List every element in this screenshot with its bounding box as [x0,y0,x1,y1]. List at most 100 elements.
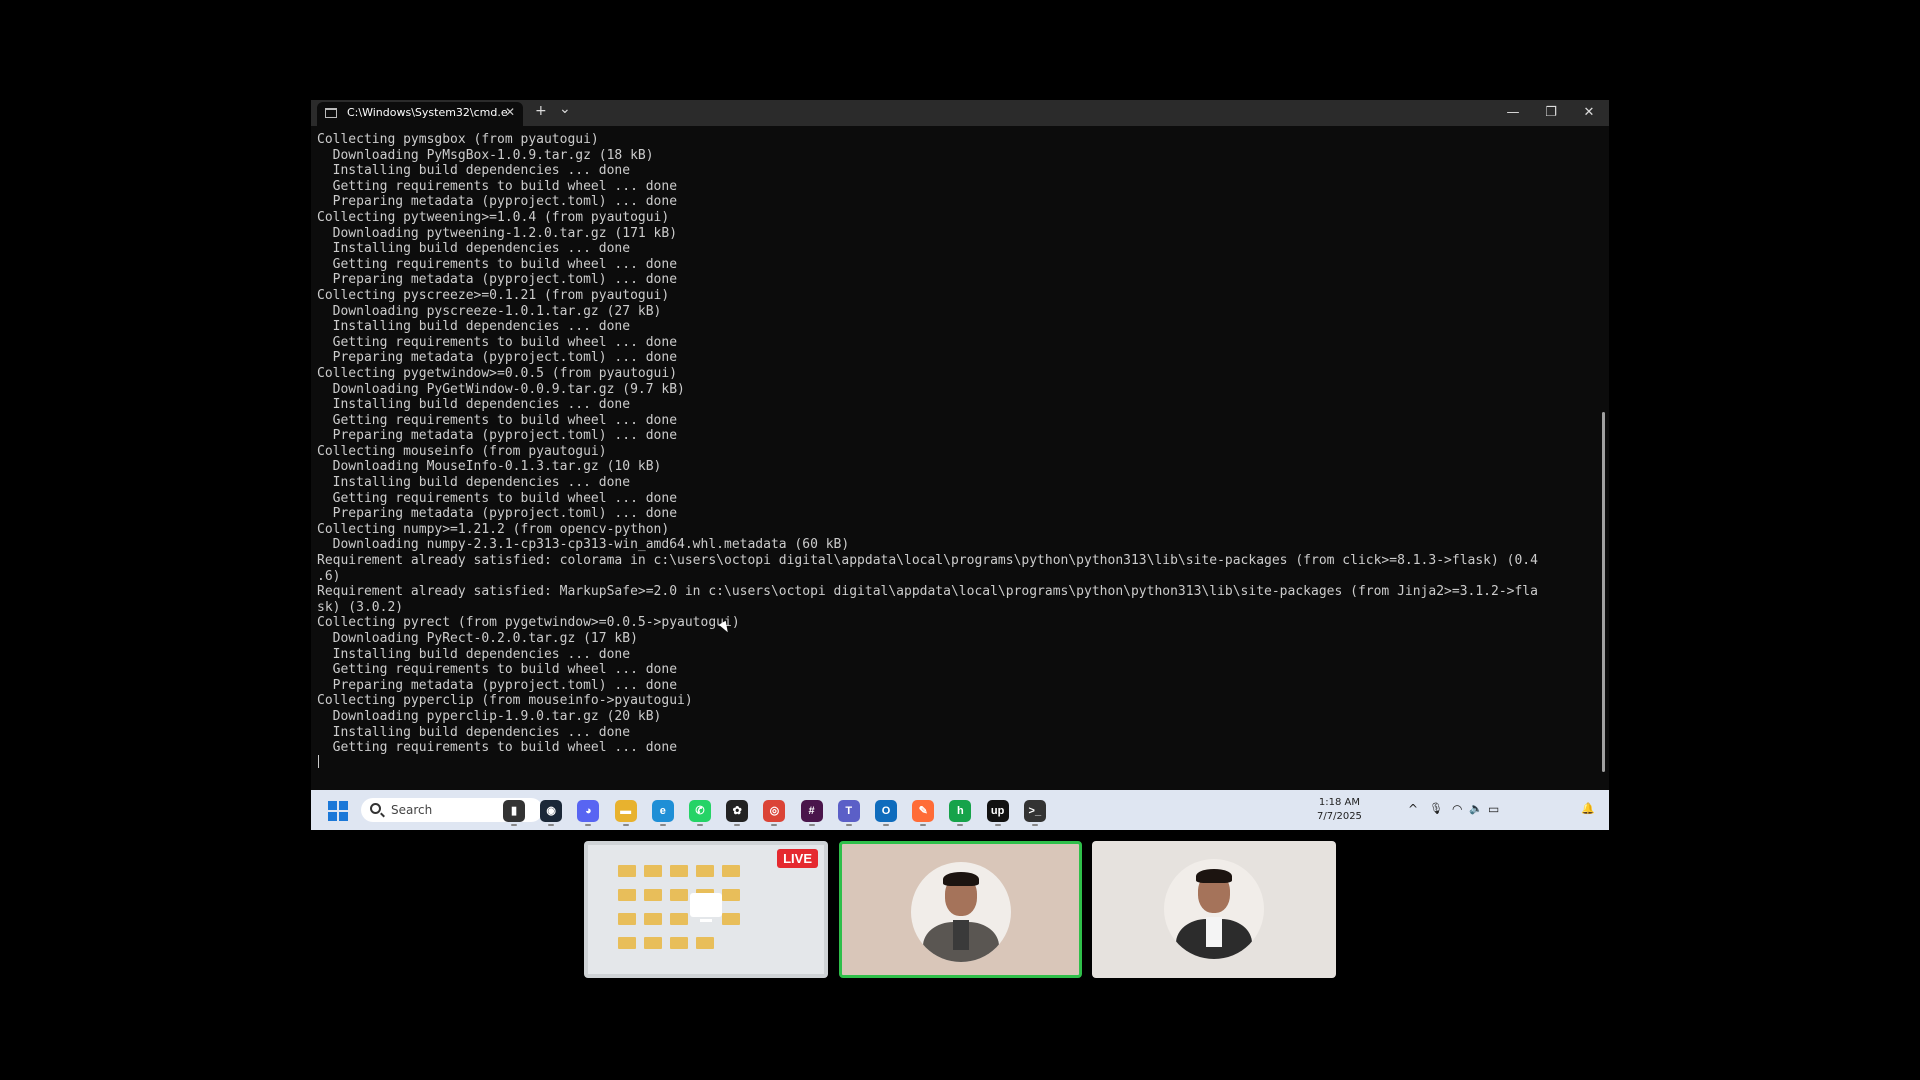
edge-icon[interactable]: e [651,800,674,822]
terminal-line: Getting requirements to build wheel ... … [332,412,678,428]
cmd-icon [325,108,337,118]
task-view-icon[interactable]: ▮ [503,800,525,822]
app-running-indicator [697,824,703,826]
upwork-icon[interactable]: up [986,800,1009,822]
terminal-title-bar: C:\Windows\System32\cmd.e ✕ + ⌄ — ❐ ✕ [311,100,1609,126]
terminal-line: Getting requirements to build wheel ... … [332,256,678,272]
terminal-line: Collecting pyrect (from pygetwindow>=0.0… [317,615,740,631]
terminal-line: Installing build dependencies ... done [332,397,631,413]
taskbar-clock[interactable]: 1:18 AM 7/7/2025 [1317,796,1362,824]
terminal-line: Preparing metadata (pyproject.toml) ... … [332,428,678,444]
app-running-indicator [845,824,852,826]
wifi-icon[interactable]: ◠ [1452,802,1462,816]
notification-bell-icon[interactable]: 🔔 [1581,802,1595,815]
terminal-line: Collecting pyperclip (from mouseinfo->py… [317,693,693,709]
app-running-indicator [920,824,927,826]
terminal-line: Getting requirements to build wheel ... … [332,334,678,350]
app-running-indicator [511,824,517,826]
terminal-line: Preparing metadata (pyproject.toml) ... … [332,506,678,522]
terminal-line: Preparing metadata (pyproject.toml) ... … [332,350,678,366]
shop-icon[interactable]: h [949,800,972,822]
app-running-indicator [659,824,666,826]
app-running-indicator [734,824,741,826]
shared-screen: C:\Windows\System32\cmd.e ✕ + ⌄ — ❐ ✕ Co… [311,100,1609,830]
terminal-line: Collecting mouseinfo (from pyautogui) [317,443,607,459]
new-tab-button[interactable]: + [535,103,547,119]
steam-icon[interactable]: ◉ [540,800,563,822]
restore-button[interactable]: ❐ [1531,102,1571,124]
app-running-indicator [585,824,592,826]
participant-tile-2[interactable] [1092,841,1336,978]
windows-start-button[interactable] [328,801,348,821]
terminal-line: Installing build dependencies ... done [332,241,631,257]
clock-date: 7/7/2025 [1317,811,1362,822]
terminal-line: .6) [317,568,341,584]
tray-chevron-icon[interactable]: ^ [1408,802,1418,816]
tab-title: C:\Windows\System32\cmd.e [347,106,508,119]
terminal-line: Preparing metadata (pyproject.toml) ... … [332,677,678,693]
terminal-line: sk) (3.0.2) [317,599,404,615]
tab-dropdown-icon[interactable]: ⌄ [559,101,571,117]
terminal-line: Downloading pyscreeze-1.0.1.tar.gz (27 k… [332,303,662,319]
terminal-line: Requirement already satisfied: colorama … [317,553,1538,569]
taskbar: Search ▮ ◉ ◕ ▬ e ✆ ✿ ◎ # T O ✎ h up >_ ^ 🎙 ◠ 🔈 ▭ 1:18 … [311,790,1609,830]
terminal-line: Installing build dependencies ... done [332,724,631,740]
participant-avatar-1 [911,862,1011,962]
app-running-indicator [622,824,629,826]
terminal-line: Downloading pytweening-1.2.0.tar.gz (171… [332,225,678,241]
teams-icon[interactable]: T [837,800,860,822]
outlook-icon[interactable]: O [875,800,897,822]
live-badge: LIVE [777,849,818,868]
terminal-output[interactable]: Collecting pymsgbox (from pyautogui) Dow… [317,132,1595,772]
text-cursor [318,755,319,768]
terminal-icon[interactable]: >_ [1023,800,1046,822]
whatsapp-icon[interactable]: ✆ [689,800,711,822]
discord-icon[interactable]: ◕ [577,800,600,822]
app-running-indicator [771,824,778,826]
terminal-tab[interactable]: C:\Windows\System32\cmd.e ✕ [317,102,523,126]
terminal-line: Downloading PyGetWindow-0.0.9.tar.gz (9.… [332,381,685,397]
microphone-icon[interactable]: 🎙 [1429,802,1443,815]
app-running-indicator [1031,824,1038,826]
participant-tile-1[interactable] [839,841,1082,978]
terminal-line: Collecting numpy>=1.21.2 (from opencv-py… [317,521,670,537]
terminal-line: Getting requirements to build wheel ... … [332,662,678,678]
slack-icon[interactable]: # [800,800,823,822]
search-placeholder: Search [391,803,433,817]
screen-share-icon [690,893,722,922]
app-running-indicator [883,824,889,826]
terminal-line: Preparing metadata (pyproject.toml) ... … [332,194,678,210]
terminal-line: Preparing metadata (pyproject.toml) ... … [332,272,678,288]
terminal-line: Collecting pytweening>=1.0.4 (from pyaut… [317,209,670,225]
terminal-line: Getting requirements to build wheel ... … [332,740,678,756]
terminal-line: Getting requirements to build wheel ... … [332,490,678,506]
participant-avatar-2 [1164,859,1264,959]
screen-share-tile[interactable]: LIVE [584,841,828,978]
terminal-line: Downloading numpy-2.3.1-cp313-cp313-win_… [332,537,850,553]
terminal-line: Downloading pyperclip-1.9.0.tar.gz (20 k… [332,708,662,724]
clock-time: 1:18 AM [1318,797,1361,808]
volume-icon[interactable]: 🔈 [1469,802,1483,815]
terminal-line: Collecting pygetwindow>=0.0.5 (from pyau… [317,365,678,381]
app-running-indicator [548,824,555,826]
battery-icon[interactable]: ▭ [1488,802,1499,816]
minimize-button[interactable]: — [1493,102,1533,124]
terminal-line: Installing build dependencies ... done [332,646,631,662]
close-button[interactable]: ✕ [1569,102,1609,124]
postman-icon[interactable]: ✎ [912,800,935,822]
terminal-line: Downloading PyRect-0.2.0.tar.gz (17 kB) [332,631,638,646]
app-running-indicator [994,824,1001,826]
terminal-line: Requirement already satisfied: MarkupSaf… [317,584,1538,600]
file-explorer-icon[interactable]: ▬ [614,800,637,822]
chatgpt-icon[interactable]: ✿ [726,800,749,822]
terminal-line: Collecting pymsgbox (from pyautogui) [317,132,599,147]
search-icon [370,803,381,814]
scrollbar[interactable] [1602,412,1605,772]
terminal-line: Installing build dependencies ... done [332,475,631,491]
terminal-line: Downloading MouseInfo-0.1.3.tar.gz (10 k… [332,459,662,475]
terminal-line: Installing build dependencies ... done [332,163,631,179]
chrome-icon[interactable]: ◎ [763,800,786,822]
tab-close-icon[interactable]: ✕ [505,105,515,119]
terminal-line: Installing build dependencies ... done [332,319,631,335]
terminal-line: Collecting pyscreeze>=0.1.21 (from pyaut… [317,287,670,303]
